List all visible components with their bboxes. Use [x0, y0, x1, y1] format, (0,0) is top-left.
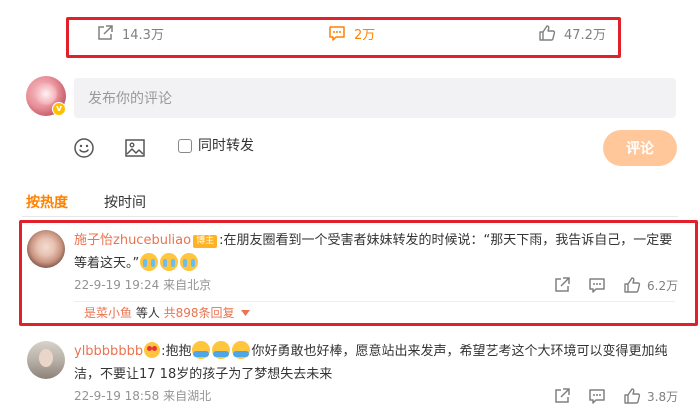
- thumbs-up-icon: [623, 387, 641, 405]
- comment-like-button[interactable]: 6.2万: [623, 276, 678, 294]
- comment-icon: [588, 387, 606, 405]
- heart-eyes-emoji-icon: [144, 342, 161, 358]
- comment-location: 来自湖北: [163, 389, 212, 403]
- view-replies-link[interactable]: 共898条回复: [164, 306, 235, 320]
- like-stat[interactable]: 47.2万: [538, 22, 606, 44]
- hug-emoji-icon: [232, 341, 251, 359]
- emoji-picker-icon[interactable]: [73, 137, 95, 159]
- reply-divider: [74, 301, 675, 302]
- thumbs-up-icon: [538, 24, 556, 42]
- repost-stat[interactable]: 14.3万: [96, 22, 164, 44]
- like-count: 47.2万: [564, 27, 606, 43]
- reply-summary[interactable]: 是菜小鱼 等人 共898条回复: [84, 305, 251, 321]
- comment-avatar[interactable]: [27, 230, 65, 268]
- repost-count: 14.3万: [122, 27, 164, 43]
- comment-icon: [588, 276, 606, 294]
- comment-username[interactable]: 施子怡zhucebuliao: [74, 233, 191, 248]
- comment-like-count: 6.2万: [647, 278, 679, 293]
- repost-icon: [553, 276, 571, 294]
- crying-emoji-icon: [180, 253, 199, 271]
- comment-body: ylbbbbbbb:抱抱 你好勇敢也好棒，愿意站出来发声，希望艺考这个大环境可以变…: [74, 340, 674, 386]
- comment-body: 施子怡zhucebuliao 博主:在朋友圈看到一个受害者妹妹转发的时候说：“那天…: [74, 229, 674, 275]
- comment-location: 来自北京: [163, 278, 212, 292]
- reply-username[interactable]: 是菜小鱼: [84, 306, 132, 320]
- crying-emoji-icon: [160, 253, 179, 271]
- image-upload-icon[interactable]: [124, 137, 146, 159]
- comment-timestamp: 22-9-19 18:58: [74, 389, 160, 403]
- tab-sort-by-popularity[interactable]: 按热度: [26, 194, 68, 212]
- comment-like-count: 3.8万: [647, 389, 679, 404]
- comment-repost-button[interactable]: [553, 387, 571, 405]
- comment-avatar[interactable]: [27, 341, 65, 379]
- crying-emoji-icon: [140, 253, 159, 271]
- chevron-down-icon[interactable]: [241, 310, 251, 316]
- tab-sort-by-time[interactable]: 按时间: [104, 194, 146, 212]
- comment-like-button[interactable]: 3.8万: [623, 387, 678, 405]
- submit-comment-button[interactable]: 评论: [603, 130, 677, 166]
- comment-repost-button[interactable]: [553, 276, 571, 294]
- comment-reply-button[interactable]: [588, 276, 606, 294]
- comment-timestamp: 22-9-19 19:24: [74, 278, 160, 292]
- verified-badge-icon: v: [52, 102, 66, 116]
- comment-stat[interactable]: 2万: [328, 22, 375, 44]
- comment-input[interactable]: 发布你的评论: [74, 78, 676, 118]
- reply-mid-text: 等人: [132, 306, 164, 320]
- hug-emoji-icon: [212, 341, 231, 359]
- blogger-badge: 博主: [193, 235, 218, 248]
- comment-text: :抱抱: [161, 344, 192, 359]
- repost-icon: [96, 24, 114, 42]
- divider: [22, 216, 678, 217]
- comment-username[interactable]: ylbbbbbbb: [74, 344, 143, 359]
- comment-reply-button[interactable]: [588, 387, 606, 405]
- thumbs-up-icon: [623, 276, 641, 294]
- comment-count: 2万: [354, 27, 376, 43]
- comment-meta: 22-9-19 18:58 来自湖北: [74, 388, 211, 404]
- repost-checkbox[interactable]: [178, 139, 192, 153]
- repost-checkbox-label[interactable]: 同时转发: [198, 137, 254, 155]
- comment-meta: 22-9-19 19:24 来自北京: [74, 277, 211, 293]
- comment-icon: [328, 24, 346, 42]
- hug-emoji-icon: [192, 341, 211, 359]
- repost-icon: [553, 387, 571, 405]
